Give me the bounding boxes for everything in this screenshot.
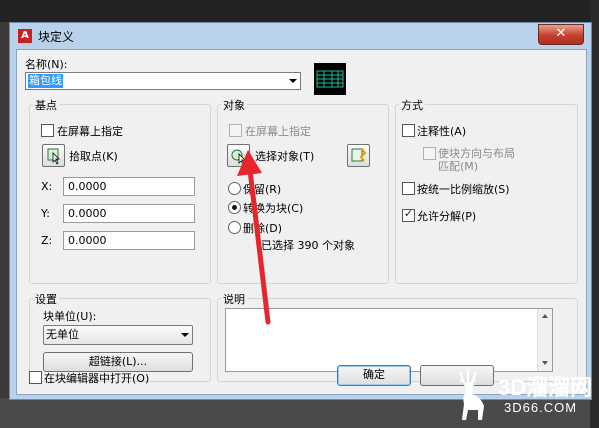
scale-uniformly-checkbox[interactable]: [402, 182, 415, 195]
block-unit-label: 块单位(U):: [43, 310, 97, 323]
block-unit-value: 无单位: [46, 328, 79, 341]
base-point-title: 基点: [33, 97, 59, 113]
behavior-title: 方式: [399, 97, 425, 113]
quick-select-button[interactable]: [347, 144, 370, 167]
objects-specify-on-screen-label: 在屏幕上指定: [245, 125, 311, 138]
y-input[interactable]: 0.0000: [63, 204, 195, 223]
block-definition-dialog: A 块定义 ✕ 名称(N): 箱包线 基点 在屏幕上指定 拾取点(K) X: 0…: [9, 22, 592, 400]
y-label: Y:: [41, 207, 50, 220]
x-value: 0.0000: [68, 180, 107, 193]
z-input[interactable]: 0.0000: [63, 231, 195, 250]
annotative-checkbox[interactable]: [402, 124, 415, 137]
background-window-strip: [0, 0, 599, 22]
allow-exploding-checkbox[interactable]: ✓: [402, 207, 415, 222]
open-in-editor-checkbox[interactable]: [29, 371, 42, 384]
annotative-label: 注释性(A): [417, 125, 467, 138]
z-label: Z:: [41, 234, 53, 247]
pick-point-button[interactable]: [42, 144, 65, 167]
z-value: 0.0000: [68, 234, 107, 247]
selected-count-text: 已选择 390 个对象: [261, 239, 355, 252]
x-input[interactable]: 0.0000: [63, 177, 195, 196]
pick-point-icon: [47, 148, 60, 165]
name-label: 名称(N):: [25, 58, 68, 71]
name-combobox[interactable]: 箱包线: [25, 72, 301, 90]
description-title: 说明: [221, 291, 247, 307]
base-specify-on-screen-label: 在屏幕上指定: [57, 125, 123, 138]
ok-button[interactable]: 确定: [337, 365, 411, 386]
objects-title: 对象: [221, 97, 247, 113]
deer-icon: [459, 370, 484, 420]
dialog-body: 名称(N): 箱包线 基点 在屏幕上指定 拾取点(K) X: 0.0000 Y:…: [16, 49, 587, 395]
delete-radio[interactable]: [228, 221, 241, 234]
settings-title: 设置: [33, 291, 59, 307]
watermark-sub-text: 3D66.COM: [504, 400, 578, 415]
retain-radio[interactable]: [228, 182, 241, 195]
delete-label: 删除(D): [243, 222, 283, 235]
radio-selected-dot: [232, 205, 237, 210]
name-value: 箱包线: [28, 74, 63, 88]
watermark-logo: 3D溜溜网 3D66.COM: [450, 362, 599, 428]
select-objects-button[interactable]: [227, 144, 250, 167]
open-in-editor-label: 在块编辑器中打开(O): [44, 372, 150, 385]
autocad-app-icon: A: [18, 29, 32, 43]
checkmark-icon: ✓: [403, 207, 414, 220]
base-specify-on-screen-checkbox[interactable]: [41, 124, 54, 137]
select-objects-icon: [231, 149, 246, 165]
y-value: 0.0000: [68, 207, 107, 220]
x-label: X:: [41, 180, 53, 193]
title-bar[interactable]: A 块定义 ✕: [10, 23, 591, 49]
match-orientation-checkbox[interactable]: [423, 147, 436, 160]
select-objects-label: 选择对象(T): [255, 150, 315, 163]
match-orientation-label-2: 匹配(M): [438, 160, 479, 173]
block-unit-select[interactable]: 无单位: [43, 325, 193, 345]
objects-specify-on-screen-checkbox[interactable]: [229, 124, 242, 137]
scale-uniformly-label: 按统一比例缩放(S): [417, 183, 510, 196]
dialog-title: 块定义: [38, 30, 75, 44]
chevron-down-icon[interactable]: [181, 333, 189, 337]
watermark-main-text: 3D溜溜网: [498, 375, 593, 400]
quick-select-icon: [351, 148, 367, 162]
retain-label: 保留(R): [243, 183, 282, 196]
allow-exploding-label: 允许分解(P): [417, 210, 477, 223]
convert-to-block-radio[interactable]: [228, 201, 241, 214]
convert-to-block-label: 转换为块(C): [243, 202, 304, 215]
hyperlink-button[interactable]: 超链接(L)...: [43, 352, 193, 372]
chevron-down-icon[interactable]: [289, 79, 297, 83]
block-preview-icon: [314, 63, 346, 95]
close-button[interactable]: ✕: [538, 24, 584, 45]
pick-point-label: 拾取点(K): [69, 150, 118, 163]
